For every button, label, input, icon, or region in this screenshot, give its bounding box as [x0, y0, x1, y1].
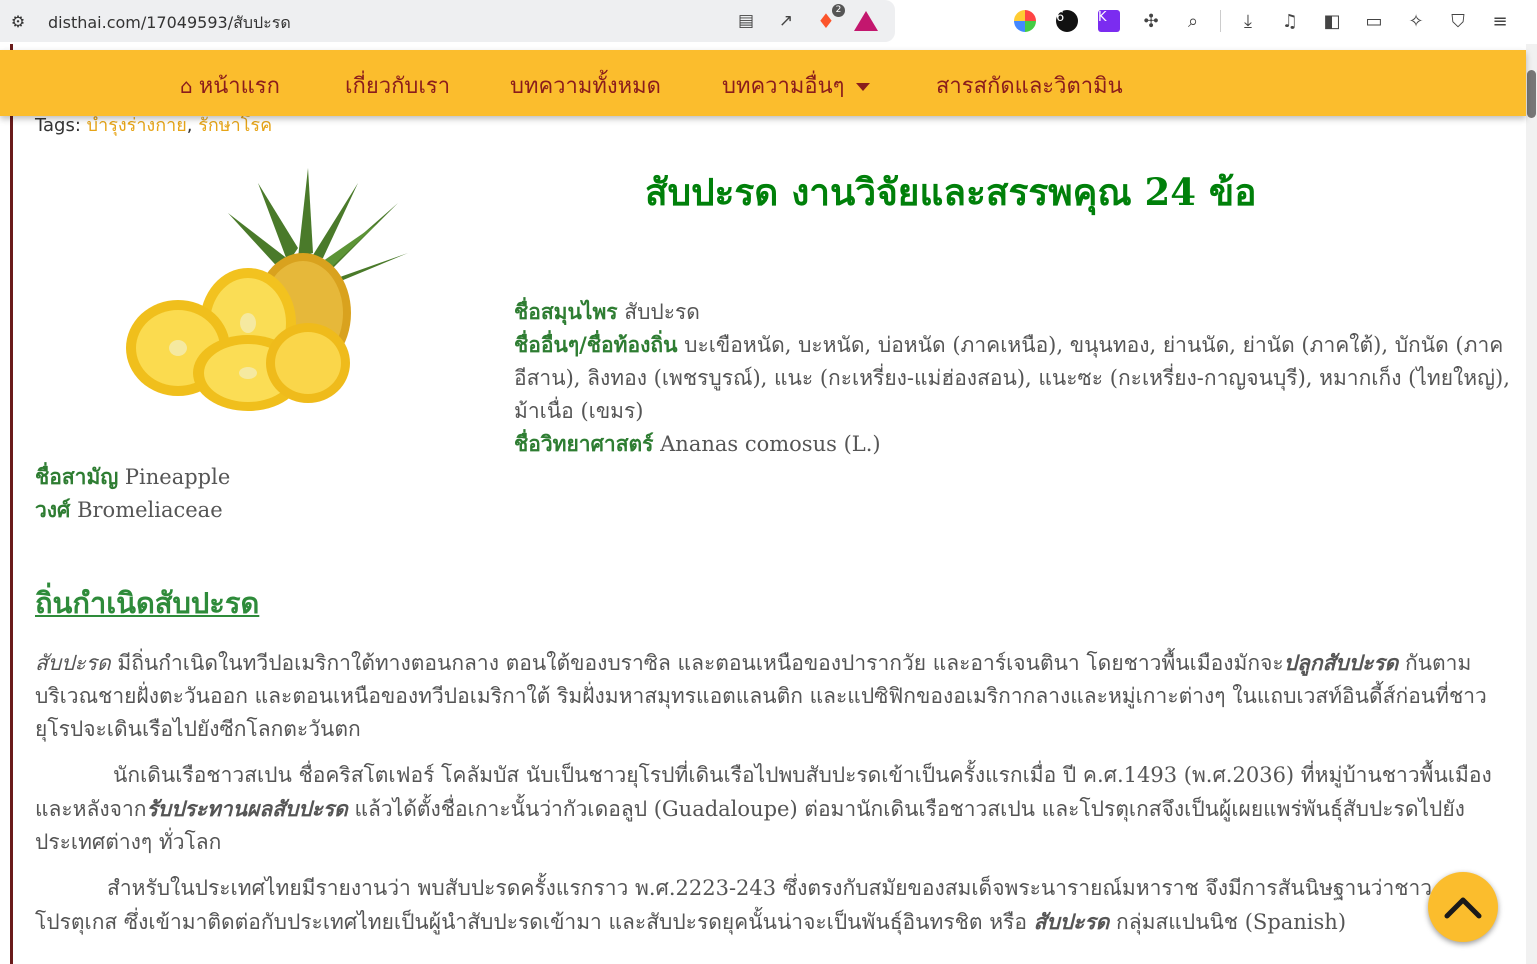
reader-mode-icon[interactable]: ▤ — [733, 8, 759, 34]
main-nav: ⌂ หน้าแรก เกี่ยวกับเรา บทความทั้งหมด บทคว… — [0, 50, 1526, 116]
music-icon[interactable]: ♫ — [1275, 6, 1305, 36]
common-name: Pineapple — [124, 465, 231, 489]
brave-shields-icon[interactable]: ♦ 2 — [813, 4, 845, 34]
paragraph: สำหรับในประเทศไทยมีรายงานว่า พบสับปะรดคร… — [35, 876, 1433, 934]
extensions-puzzle-icon[interactable]: ✣ — [1136, 6, 1166, 36]
tag-link[interactable]: รักษาโรค — [198, 115, 272, 136]
back-to-top-button[interactable] — [1428, 872, 1498, 942]
common-name-label: ชื่อสามัญ — [35, 465, 119, 489]
sci-name: Ananas comosus (L.) — [660, 432, 881, 456]
paragraph: นักเดินเรือชาวสเปน ชื่อคริสโตเฟอร์ โคลัม… — [35, 763, 1492, 854]
browser-toolbar: ⚙ disthai.com/17049593/สับปะรด ▤ ↗ ♦ 2 6 … — [0, 0, 1537, 44]
herb-info: ชื่อสมุนไพร สับปะรด ชื่ออื่นๆ/ชื่อท้องถิ… — [514, 296, 1514, 461]
herb-name-label: ชื่อสมุนไพร — [514, 300, 618, 324]
extension-k-icon[interactable]: K — [1094, 6, 1124, 36]
scroll-thumb[interactable] — [1527, 70, 1536, 118]
sci-name-label: ชื่อวิทยาศาสตร์ — [514, 432, 654, 456]
search-tab-icon[interactable]: ⌕ — [1178, 6, 1208, 36]
herb-info-2: ชื่อสามัญ Pineapple วงศ์ Bromeliaceae — [35, 461, 230, 527]
herb-name: สับปะรด — [624, 300, 700, 324]
url-text[interactable]: disthai.com/17049593/สับปะรด — [48, 11, 291, 36]
caret-down-icon — [856, 83, 871, 91]
brave-rewards-icon[interactable] — [853, 8, 879, 34]
tag-link[interactable]: บำรุงร่างกาย — [87, 115, 187, 136]
other-names-label: ชื่ออื่นๆ/ชื่อท้องถิ่น — [514, 333, 678, 357]
extensions-bar: 6 K ✣ ⌕ ⤓ ♫ ◧ ▭ ✧ ⛉ ≡ — [1010, 6, 1515, 36]
nav-item-extracts[interactable]: สารสกัดและวิตามิน — [936, 68, 1123, 103]
article-title: สับปะรด งานวิจัยและสรรพคุณ 24 ข้อ — [645, 170, 1257, 214]
sidebar-icon[interactable]: ◧ — [1317, 6, 1347, 36]
paragraph: สับปะรด มีถิ่นกำเนิดในทวีปอเมริกาใต้ทางต… — [35, 650, 1487, 741]
vpn-shield-icon[interactable]: ⛉ — [1443, 6, 1473, 36]
left-edge-strip — [0, 44, 13, 964]
extension-6-icon[interactable]: 6 — [1052, 6, 1082, 36]
download-icon[interactable]: ⤓ — [1233, 6, 1263, 36]
pineapple-image — [126, 168, 408, 411]
family-name: Bromeliaceae — [77, 498, 223, 522]
toolbar-separator — [1220, 10, 1221, 32]
menu-icon[interactable]: ≡ — [1485, 6, 1515, 36]
nav-item-other-articles[interactable]: บทความอื่นๆ — [722, 68, 871, 103]
section-heading-origin[interactable]: ถิ่นกำเนิดสับปะรด — [35, 580, 259, 626]
extension-color-icon[interactable] — [1010, 6, 1040, 36]
ai-sparkle-icon[interactable]: ✧ — [1401, 6, 1431, 36]
home-icon: ⌂ — [180, 74, 193, 98]
site-settings-icon[interactable]: ⚙ — [0, 12, 36, 31]
chevron-up-icon — [1444, 897, 1482, 919]
nav-item-home[interactable]: ⌂ หน้าแรก — [180, 68, 280, 103]
shields-badge: 2 — [832, 4, 845, 17]
family-label: วงศ์ — [35, 498, 71, 522]
nav-item-all-articles[interactable]: บทความทั้งหมด — [510, 68, 661, 103]
nav-item-about[interactable]: เกี่ยวกับเรา — [345, 68, 450, 103]
address-bar[interactable]: ⚙ disthai.com/17049593/สับปะรด ▤ ↗ ♦ 2 — [0, 0, 895, 42]
page-scrollbar[interactable] — [1526, 44, 1537, 964]
wallet-icon[interactable]: ▭ — [1359, 6, 1389, 36]
share-icon[interactable]: ↗ — [773, 8, 799, 34]
